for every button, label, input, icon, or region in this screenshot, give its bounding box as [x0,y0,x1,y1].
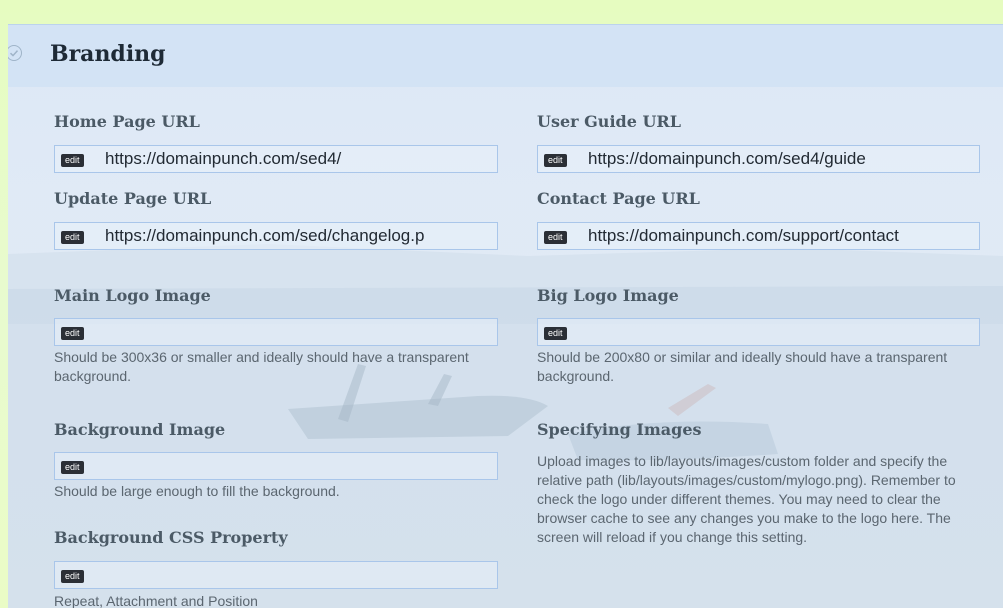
big-logo-image-label: Big Logo Image [537,286,679,305]
contact-page-url-field[interactable]: edit https://domainpunch.com/support/con… [537,222,980,250]
background-image-edit-badge[interactable]: edit [61,461,84,474]
big-logo-image-edit-badge[interactable]: edit [544,327,567,340]
background-image-hint: Should be large enough to fill the backg… [54,483,340,499]
check-circle-icon [8,45,22,61]
update-page-url-edit-badge[interactable]: edit [61,231,84,244]
contact-page-url-edit-badge[interactable]: edit [544,231,567,244]
user-guide-url-field[interactable]: edit https://domainpunch.com/sed4/guide [537,145,980,173]
background-image-label: Background Image [54,420,226,439]
background-image-field[interactable]: edit [54,452,498,480]
update-page-url-value: https://domainpunch.com/sed/changelog.p [105,226,425,245]
home-page-url-field[interactable]: edit https://domainpunch.com/sed4/ [54,145,498,173]
background-css-hint: Repeat, Attachment and Position [54,593,258,608]
user-guide-url-edit-badge[interactable]: edit [544,154,567,167]
background-css-label: Background CSS Property [54,528,288,547]
specifying-images-title: Specifying Images [537,420,702,439]
update-page-url-label: Update Page URL [54,189,212,208]
section-title: Branding [50,41,166,67]
user-guide-url-value: https://domainpunch.com/sed4/guide [588,149,866,168]
section-header: Branding [8,24,1003,87]
big-logo-image-hint: Should be 200x80 or similar and ideally … [537,349,948,384]
branding-panel: Branding Home Page URL edit https://doma… [8,24,1003,608]
user-guide-url-label: User Guide URL [537,112,681,131]
update-page-url-field[interactable]: edit https://domainpunch.com/sed/changel… [54,222,498,250]
contact-page-url-label: Contact Page URL [537,189,700,208]
main-logo-image-edit-badge[interactable]: edit [61,327,84,340]
main-logo-image-field[interactable]: edit [54,318,498,346]
home-page-url-value: https://domainpunch.com/sed4/ [105,149,342,168]
main-logo-image-hint: Should be 300x36 or smaller and ideally … [54,349,469,384]
background-css-field[interactable]: edit [54,561,498,589]
main-logo-image-label: Main Logo Image [54,286,211,305]
background-css-edit-badge[interactable]: edit [61,570,84,583]
home-page-url-label: Home Page URL [54,112,200,131]
big-logo-image-field[interactable]: edit [537,318,980,346]
specifying-images-text: Upload images to lib/layouts/images/cust… [537,453,956,545]
home-page-url-edit-badge[interactable]: edit [61,154,84,167]
contact-page-url-value: https://domainpunch.com/support/contact [588,226,899,245]
